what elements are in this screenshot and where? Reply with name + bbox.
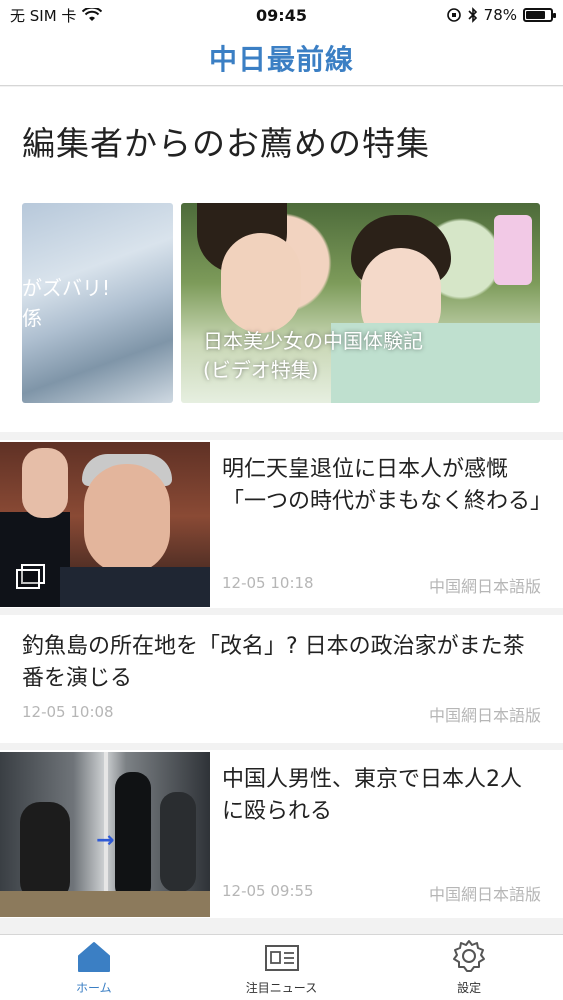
battery-icon: [523, 8, 556, 22]
article-item[interactable]: → 中国人男性、東京で日本人2人に殴られる 12-05 09:55 中国網日本語…: [0, 750, 563, 918]
tab-settings-label: 設定: [457, 981, 482, 995]
article-item[interactable]: 明仁天皇退位に日本人が感慨 「一つの時代がまもなく終わる」 12-05 10:1…: [0, 440, 563, 608]
news-icon: [264, 945, 299, 971]
tab-bar: ホーム 注目ニュース 設定: [0, 934, 563, 1000]
featured-title: 編集者からのお薦めの特集: [22, 124, 430, 163]
article-title: 中国人男性、東京で日本人2人に殴られる: [222, 767, 522, 824]
article-time: 12-05 09:55: [222, 882, 314, 900]
article-time: 12-05 10:08: [22, 703, 114, 721]
status-bar: 无 SIM 卡 09:45 78%: [0, 0, 563, 30]
orientation-lock-icon: [446, 8, 461, 22]
article-thumbnail: →: [0, 752, 210, 917]
article-source: 中国網日本語版: [428, 706, 541, 725]
nav-bar: 中日最前線: [0, 30, 563, 86]
featured-card-prev-caption: がズバリ! 係: [22, 276, 111, 330]
arrow-icon: →: [96, 828, 115, 853]
bluetooth-icon: [468, 7, 477, 23]
article-title: 明仁天皇退位に日本人が感慨 「一つの時代がまもなく終わる」: [222, 457, 553, 514]
gear-icon: [453, 940, 486, 972]
carrier-label: 无 SIM 卡: [10, 6, 77, 25]
tab-settings[interactable]: 設定: [375, 935, 563, 1000]
featured-section: 編集者からのお薦めの特集 がズバリ! 係 日本美少女の中国体験記 (ビデオ特集): [0, 87, 563, 432]
tab-home[interactable]: ホーム: [0, 935, 188, 1000]
featured-card-prev[interactable]: がズバリ! 係: [22, 203, 173, 403]
article-time: 12-05 10:18: [222, 574, 314, 592]
app-title: 中日最前線: [208, 42, 354, 76]
tab-news[interactable]: 注目ニュース: [188, 935, 376, 1000]
gallery-icon: [16, 564, 45, 589]
tab-home-label: ホーム: [76, 981, 112, 995]
phone-in-photo: [494, 215, 532, 285]
article-title: 釣魚島の所在地を「改名」? 日本の政治家がまた茶番を演じる: [22, 634, 525, 691]
main-feed[interactable]: 編集者からのお薦めの特集 がズバリ! 係 日本美少女の中国体験記 (ビデオ特集): [0, 87, 563, 934]
article-source: 中国網日本語版: [428, 577, 541, 596]
featured-card-video-caption: 日本美少女の中国体験記 (ビデオ特集): [203, 329, 423, 382]
battery-percent: 78%: [483, 6, 517, 24]
tab-news-label: 注目ニュース: [245, 981, 318, 995]
featured-card-video[interactable]: 日本美少女の中国体験記 (ビデオ特集): [181, 203, 540, 403]
article-item[interactable]: 釣魚島の所在地を「改名」? 日本の政治家がまた茶番を演じる 12-05 10:0…: [0, 615, 563, 743]
article-thumbnail: [0, 442, 210, 607]
article-source: 中国網日本語版: [428, 885, 541, 904]
home-icon: [77, 942, 110, 972]
wifi-icon: [82, 8, 103, 21]
